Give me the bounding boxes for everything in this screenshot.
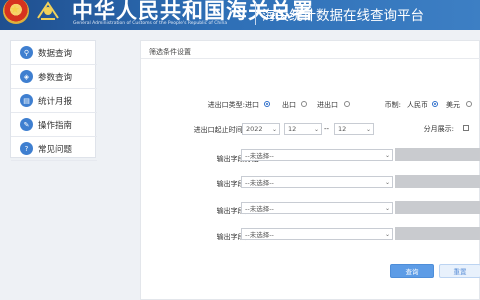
chevron-down-icon: ⌄: [313, 126, 319, 133]
currency-label: 币制:: [384, 101, 401, 109]
sidebar-item-faq[interactable]: ? 常见问题: [11, 137, 97, 161]
group-field-box-2[interactable]: [395, 175, 480, 188]
group-select-placeholder: --未选择--: [245, 179, 274, 187]
year-value: 2022: [246, 125, 263, 133]
trade-type-radio-import[interactable]: [264, 101, 270, 107]
currency-option-usd-label: 美元: [446, 101, 460, 109]
query-button[interactable]: 查询: [390, 264, 434, 278]
guide-icon: ✎: [20, 118, 33, 131]
sidebar-item-guide[interactable]: ✎ 操作指南: [11, 113, 97, 137]
chevron-down-icon: ⌄: [384, 205, 390, 212]
national-emblem-icon: [3, 0, 29, 24]
trade-type-radio-both[interactable]: [344, 101, 350, 107]
month-end-value: 12: [338, 125, 347, 133]
chevron-down-icon: ⌄: [365, 126, 371, 133]
monthly-display-checkbox[interactable]: [463, 125, 469, 131]
year-select[interactable]: 2022 ⌄: [242, 123, 280, 135]
period-separator: --: [324, 125, 330, 133]
trade-type-radio-export[interactable]: [301, 101, 307, 107]
group-field-box-4[interactable]: [395, 227, 480, 240]
trade-type-option-both-label: 进出口: [317, 101, 338, 109]
parameter-query-icon: ◈: [20, 70, 33, 83]
currency-radio-usd[interactable]: [466, 101, 472, 107]
sidebar-item-label: 数据查询: [38, 48, 73, 59]
data-query-icon: ⚲: [20, 46, 33, 59]
monthly-report-icon: ▤: [20, 94, 33, 107]
header-divider: [255, 3, 256, 25]
trade-type-option-export-label: 出口: [282, 101, 296, 109]
chevron-down-icon: ⌄: [271, 126, 277, 133]
agency-name-en: General Administration of Customs of the…: [73, 21, 228, 26]
group-select-4[interactable]: --未选择-- ⌄: [241, 228, 393, 240]
group-select-1[interactable]: --未选择-- ⌄: [241, 149, 393, 161]
chevron-down-icon: ⌄: [384, 152, 390, 159]
chevron-down-icon: ⌄: [384, 231, 390, 238]
group-select-placeholder: --未选择--: [245, 152, 274, 160]
group-select-placeholder: --未选择--: [245, 231, 274, 239]
monthly-display-label: 分月展示:: [423, 125, 454, 133]
sidebar-item-data-query[interactable]: ⚲ 数据查询: [11, 41, 97, 65]
group-select-placeholder: --未选择--: [245, 205, 274, 213]
group-field-box-3[interactable]: [395, 201, 480, 214]
sidebar-item-label: 操作指南: [38, 120, 73, 131]
panel-title: 筛选条件设置: [149, 48, 191, 56]
sidebar-item-parameter-query[interactable]: ◈ 参数查询: [11, 65, 97, 89]
sidebar-item-label: 参数查询: [38, 72, 73, 83]
month-start-value: 12: [288, 125, 297, 133]
trade-type-option-import-label: 进口: [245, 101, 259, 109]
period-label: 进出口起止时间:: [193, 126, 245, 134]
currency-option-cny-label: 人民币: [407, 101, 428, 109]
month-end-select[interactable]: 12 ⌄: [334, 123, 374, 135]
platform-title: 海关统计数据在线查询平台: [262, 8, 424, 24]
sidebar-item-label: 统计月报: [38, 96, 73, 107]
customs-logo-icon: [37, 1, 59, 20]
group-select-3[interactable]: --未选择-- ⌄: [241, 202, 393, 214]
sidebar-nav: ⚲ 数据查询 ◈ 参数查询 ▤ 统计月报 ✎ 操作指南 ? 常见问题: [10, 40, 97, 161]
faq-icon: ?: [20, 142, 33, 155]
sidebar-item-label: 常见问题: [38, 144, 73, 155]
filter-panel: 筛选条件设置 进出口类型: 进口 出口 进出口 币制: 人民币 美元 进出口起止…: [140, 40, 480, 300]
group-field-box-1[interactable]: [395, 148, 480, 161]
month-start-select[interactable]: 12 ⌄: [284, 123, 322, 135]
trade-type-label: 进出口类型:: [207, 101, 245, 109]
panel-divider: [141, 58, 480, 59]
site-header: 中华人民共和国海关总署 General Administration of Cu…: [0, 0, 480, 30]
sidebar-item-monthly-report[interactable]: ▤ 统计月报: [11, 89, 97, 113]
currency-radio-cny[interactable]: [432, 101, 438, 107]
group-select-2[interactable]: --未选择-- ⌄: [241, 176, 393, 188]
chevron-down-icon: ⌄: [384, 179, 390, 186]
reset-button[interactable]: 重置: [439, 264, 480, 278]
